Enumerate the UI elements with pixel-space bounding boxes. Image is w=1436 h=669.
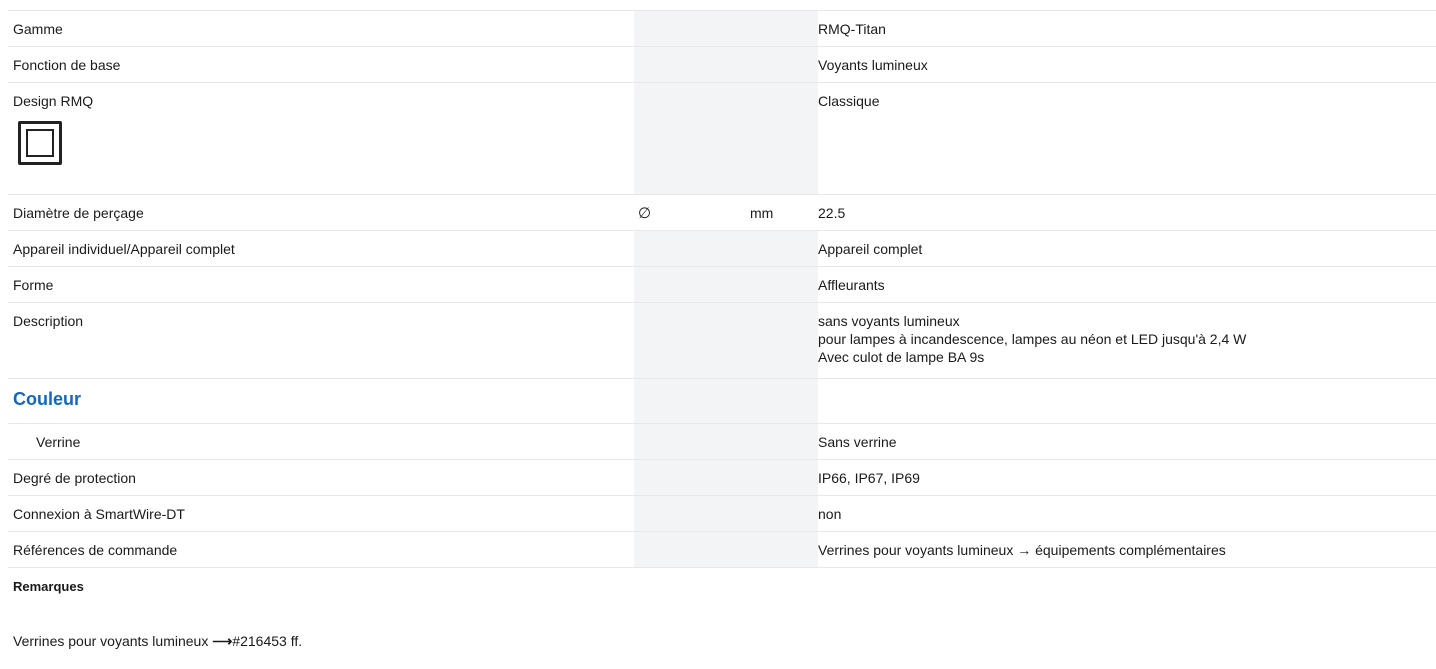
table-row-remarques: Remarques <box>8 568 1436 602</box>
row-value: Sans verrine <box>818 423 1436 460</box>
remarks-text: Verrines pour voyants lumineux ⟶#216453 … <box>13 633 302 650</box>
row-label: Verrine <box>36 434 81 450</box>
table-row-description: Description sans voyants lumineux pour l… <box>8 302 1436 379</box>
remarks-text-prefix: Verrines pour voyants lumineux <box>13 633 213 649</box>
row-symbol <box>634 82 744 195</box>
row-value: Affleurants <box>818 266 1436 303</box>
row-label: Fonction de base <box>8 46 634 83</box>
row-label: Gamme <box>8 10 634 47</box>
row-unit <box>744 531 818 568</box>
square-frame-icon <box>18 121 62 165</box>
table-row-protection: Degré de protection IP66, IP67, IP69 <box>8 459 1436 496</box>
row-symbol-cell: ∅ <box>634 194 744 231</box>
row-value: Voyants lumineux <box>818 46 1436 83</box>
row-unit <box>744 10 818 47</box>
description-line: sans voyants lumineux <box>818 313 960 329</box>
row-unit-cell: mm <box>744 194 818 231</box>
table-row-forme: Forme Affleurants <box>8 266 1436 303</box>
row-unit <box>744 495 818 532</box>
spec-table: Gamme RMQ-Titan Fonction de base Voyants… <box>8 10 1436 602</box>
row-symbol <box>634 459 744 496</box>
row-unit <box>744 266 818 303</box>
row-label: Degré de protection <box>8 459 634 496</box>
row-unit <box>744 568 818 602</box>
row-symbol <box>634 266 744 303</box>
row-label: Description <box>8 302 634 379</box>
row-label: Forme <box>8 266 634 303</box>
row-label: Appareil individuel/Appareil complet <box>8 230 634 267</box>
row-value: RMQ-Titan <box>818 10 1436 47</box>
row-symbol <box>634 10 744 47</box>
row-unit <box>744 46 818 83</box>
arrow-right-icon: ⟶ <box>212 633 233 649</box>
row-label: Connexion à SmartWire-DT <box>8 495 634 532</box>
row-unit <box>744 302 818 379</box>
row-value-description: sans voyants lumineux pour lampes à inca… <box>818 302 1436 379</box>
description-line: Avec culot de lampe BA 9s <box>818 349 985 365</box>
row-label: Références de commande <box>8 531 634 568</box>
description-line: pour lampes à incandescence, lampes au n… <box>818 331 1247 347</box>
row-label-cell: Verrine <box>8 423 634 460</box>
row-value <box>818 378 1436 424</box>
remarks-title-cell: Remarques <box>8 568 634 602</box>
row-symbol <box>634 46 744 83</box>
remarks-reference[interactable]: #216453 ff. <box>232 633 302 649</box>
row-value: Appareil complet <box>818 230 1436 267</box>
row-symbol <box>634 302 744 379</box>
section-heading-cell: Couleur <box>8 378 634 424</box>
row-unit <box>744 82 818 195</box>
table-row-references: Références de commande Verrines pour voy… <box>8 531 1436 568</box>
unit-text: mm <box>750 205 774 221</box>
row-value: Verrines pour voyants lumineux → équipem… <box>818 531 1436 568</box>
table-row-smartwire: Connexion à SmartWire-DT non <box>8 495 1436 532</box>
row-symbol <box>634 230 744 267</box>
table-row-design: Design RMQ Classique <box>8 82 1436 195</box>
row-unit <box>744 423 818 460</box>
row-label: Diamètre de perçage <box>8 194 634 231</box>
row-label: Design RMQ <box>13 93 94 109</box>
diameter-symbol: ∅ <box>638 205 652 222</box>
row-value <box>818 568 1436 602</box>
table-row-gamme: Gamme RMQ-Titan <box>8 10 1436 47</box>
row-value: IP66, IP67, IP69 <box>818 459 1436 496</box>
table-row-fonction: Fonction de base Voyants lumineux <box>8 46 1436 83</box>
row-symbol <box>634 495 744 532</box>
row-symbol <box>634 568 744 602</box>
row-unit <box>744 378 818 424</box>
section-heading: Couleur <box>13 389 82 409</box>
row-value: 22.5 <box>818 194 1436 231</box>
row-unit <box>744 459 818 496</box>
table-row-diametre: Diamètre de perçage ∅ mm 22.5 <box>8 194 1436 231</box>
remarks-title: Remarques <box>13 579 84 594</box>
row-symbol <box>634 531 744 568</box>
row-value: non <box>818 495 1436 532</box>
row-symbol <box>634 423 744 460</box>
row-value: Classique <box>818 82 1436 195</box>
row-label-cell: Design RMQ <box>8 82 634 195</box>
table-row-couleur-heading: Couleur <box>8 378 1436 424</box>
row-symbol <box>634 378 744 424</box>
table-row-appareil: Appareil individuel/Appareil complet App… <box>8 230 1436 267</box>
row-unit <box>744 230 818 267</box>
table-row-verrine: Verrine Sans verrine <box>8 423 1436 460</box>
